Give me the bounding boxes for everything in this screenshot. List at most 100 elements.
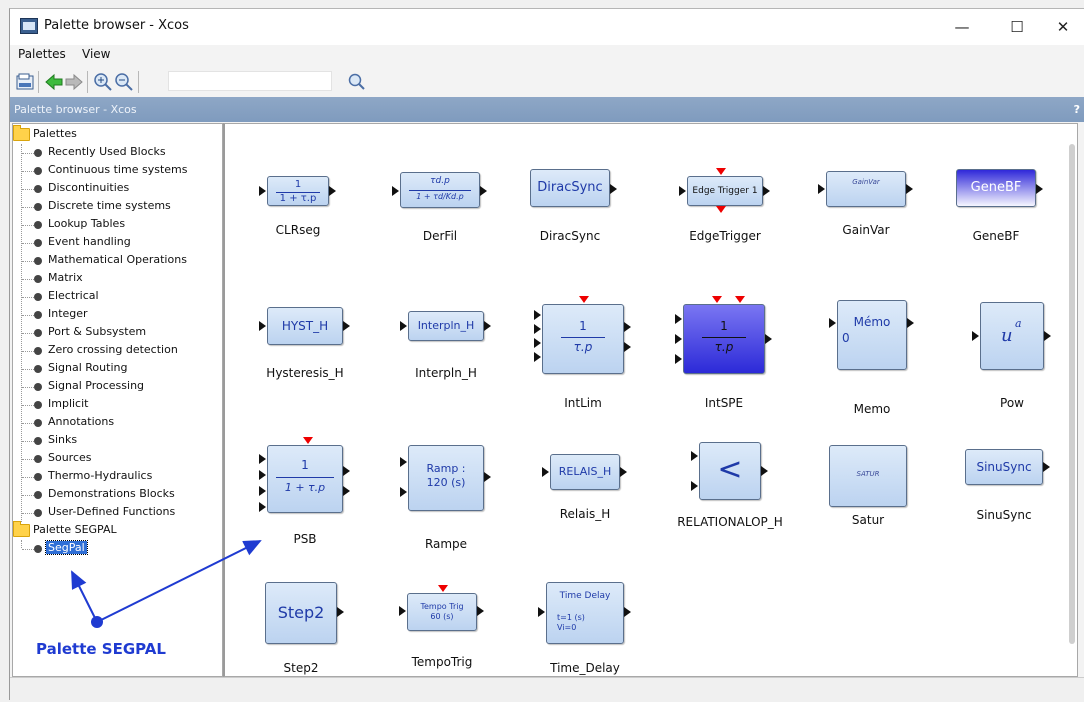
xcos-window: Palette browser - Xcos — ☐ ✕ Palettes Vi… [9, 8, 1084, 702]
tree-item[interactable]: Signal Processing [13, 378, 218, 396]
tree-item[interactable]: Recently Used Blocks [13, 144, 218, 162]
block-gainvar[interactable]: GainVar [826, 171, 906, 207]
tree-item[interactable]: Zero crossing detection [13, 342, 218, 360]
tree-item-label: Sinks [48, 433, 78, 446]
tree-item-label: Port & Subsystem [48, 325, 147, 338]
block-hysteresis-h[interactable]: HYST_H [267, 307, 343, 345]
block-rampe[interactable]: Ramp : 120 (s) [408, 445, 484, 511]
bullet-icon [34, 239, 42, 247]
tree-item[interactable]: Sources [13, 450, 218, 468]
tree-item-label: Sources [48, 451, 92, 464]
block-relationalop-h[interactable]: < [699, 442, 761, 500]
tree-item-label: Discontinuities [48, 181, 130, 194]
tree-item[interactable]: Port & Subsystem [13, 324, 218, 342]
minimize-button[interactable]: — [940, 13, 984, 41]
tree-item-label: Integer [48, 307, 88, 320]
tree-item-label: Mathematical Operations [48, 253, 187, 266]
block-intlim[interactable]: 1 τ.p [542, 304, 624, 374]
bullet-icon [34, 329, 42, 337]
block-relais-h[interactable]: RELAIS_H [550, 454, 620, 490]
tree-item[interactable]: Electrical [13, 288, 218, 306]
bullet-icon [34, 203, 42, 211]
tree-item-label: Recently Used Blocks [48, 145, 166, 158]
block-sinusync[interactable]: SinuSync [965, 449, 1043, 485]
tree-root-palettes[interactable]: Palettes [13, 125, 213, 144]
maximize-button[interactable]: ☐ [995, 13, 1039, 41]
tree-item[interactable]: Demonstrations Blocks [13, 486, 218, 504]
tree-item[interactable]: Discrete time systems [13, 198, 218, 216]
close-button[interactable]: ✕ [1041, 13, 1084, 41]
block-label: Time_Delay [550, 661, 620, 675]
title-bar: Palette browser - Xcos — ☐ ✕ [10, 9, 1084, 45]
tree-item-label: Discrete time systems [48, 199, 171, 212]
block-step2[interactable]: Step2 [265, 582, 337, 644]
bullet-icon [34, 437, 42, 445]
menu-view[interactable]: View [82, 47, 110, 61]
block-memo[interactable]: Mémo 0 [837, 300, 907, 370]
panel-header: Palette browser - Xcos ? [10, 97, 1084, 122]
tree-item[interactable]: Implicit [13, 396, 218, 414]
tree-item-label: Event handling [48, 235, 131, 248]
back-arrow-icon[interactable] [45, 73, 63, 91]
block-satur[interactable]: SATUR [829, 445, 907, 507]
tree-item-label: Annotations [48, 415, 115, 428]
bullet-icon [34, 275, 42, 283]
block-time-delay[interactable]: Time Delay t=1 (s) Vi=0 [546, 582, 624, 644]
forward-arrow-icon[interactable] [65, 73, 83, 91]
bullet-icon [34, 293, 42, 301]
tree-item[interactable]: Discontinuities [13, 180, 218, 198]
tree-item[interactable]: Annotations [13, 414, 218, 432]
block-pow[interactable]: u a [980, 302, 1044, 370]
block-clrseg[interactable]: 1 1 + τ.p [267, 176, 329, 206]
tree-item-label: Matrix [48, 271, 83, 284]
tree-item[interactable]: Event handling [13, 234, 218, 252]
tree-item-segpal[interactable]: SegPal [13, 540, 213, 558]
block-label: TempoTrig [411, 655, 473, 669]
tree-item[interactable]: Lookup Tables [13, 216, 218, 234]
zoom-in-icon[interactable] [94, 73, 112, 91]
tree-item[interactable]: Sinks [13, 432, 218, 450]
help-button[interactable]: ? [1074, 103, 1080, 116]
bullet-icon [34, 491, 42, 499]
zoom-out-icon[interactable] [115, 73, 133, 91]
tree-item[interactable]: User-Defined Functions [13, 504, 218, 522]
tree-item-label: Implicit [48, 397, 89, 410]
tree-item[interactable]: Thermo-Hydraulics [13, 468, 218, 486]
app-icon [20, 18, 38, 34]
tree-item[interactable]: Integer [13, 306, 218, 324]
block-label: EdgeTrigger [689, 229, 761, 243]
status-bar [10, 677, 1084, 702]
bullet-icon [34, 347, 42, 355]
block-label: GeneBF [972, 229, 1020, 243]
block-tempotrig[interactable]: Tempo Trig 60 (s) [407, 593, 477, 631]
block-intspe[interactable]: 1 τ.p [683, 304, 765, 374]
tree-item[interactable]: Signal Routing [13, 360, 218, 378]
load-palette-icon[interactable] [16, 73, 34, 91]
block-derfil[interactable]: τd.p 1 + τd/Kd.p [400, 172, 480, 208]
block-interpln-h[interactable]: Interpln_H [408, 311, 484, 341]
window-title: Palette browser - Xcos [44, 18, 189, 33]
block-edgetrigger[interactable]: Edge Trigger 1 [687, 176, 763, 206]
tree-item[interactable]: Matrix [13, 270, 218, 288]
folder-icon [13, 521, 30, 537]
block-diracsync[interactable]: DiracSync [530, 169, 610, 207]
block-psb[interactable]: 1 1 + τ.p [267, 445, 343, 513]
tree-item-label: User-Defined Functions [48, 505, 176, 518]
tree-item-label: Signal Processing [48, 379, 145, 392]
search-input[interactable] [168, 71, 332, 91]
tree-root-segpal[interactable]: Palette SEGPAL [13, 521, 213, 540]
bullet-icon [34, 383, 42, 391]
block-label: Memo [853, 402, 891, 416]
bullet-icon [34, 419, 42, 427]
palette-tree: Palettes Recently Used Blocks Continuous … [12, 123, 223, 677]
vertical-scrollbar[interactable] [1069, 144, 1075, 644]
tree-item-label: Electrical [48, 289, 99, 302]
tree-item[interactable]: Continuous time systems [13, 162, 218, 180]
block-genebf[interactable]: GeneBF [956, 169, 1036, 207]
block-label: GainVar [842, 223, 890, 237]
menu-palettes[interactable]: Palettes [18, 47, 66, 61]
block-label: Rampe [424, 537, 468, 551]
search-icon[interactable] [348, 73, 366, 91]
tree-item[interactable]: Mathematical Operations [13, 252, 218, 270]
bullet-icon [34, 257, 42, 265]
